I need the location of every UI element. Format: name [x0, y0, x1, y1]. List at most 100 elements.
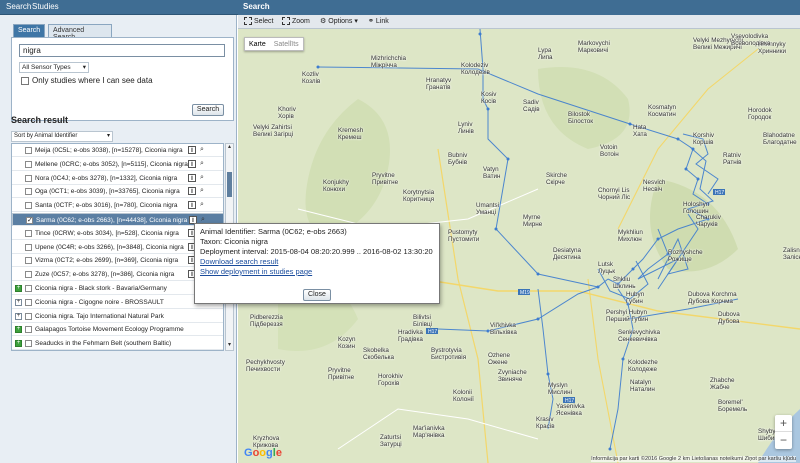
study-row[interactable]: + Ciconia nigra - Black stork - Bavaria/G… [12, 282, 223, 295]
scroll-thumb[interactable] [227, 172, 232, 197]
only-studies-row[interactable]: Only studies where I can see data [21, 76, 153, 85]
expand-icon[interactable]: + [15, 298, 22, 306]
tab-search[interactable]: Search [13, 24, 45, 37]
row-checkbox[interactable] [25, 285, 32, 292]
map-attribution[interactable]: Informācija par karti ©2016 Google 2 km … [591, 456, 796, 462]
animal-row[interactable]: Santa (0CTF; e-obs 3016), [n=780], Cicon… [12, 199, 223, 213]
animal-row[interactable]: Mellene (0CRC; e-obs 3052), [n=5115], Ci… [12, 158, 223, 171]
info-icon[interactable]: i [188, 173, 196, 182]
row-label: Nora (0C4J; e-obs 3278), [n=1332], Cicon… [35, 174, 178, 182]
only-studies-checkbox[interactable] [21, 76, 29, 85]
zoom-control: + − [775, 415, 792, 449]
map-type-map[interactable]: Karte [245, 38, 270, 50]
download-search-result-link[interactable]: Download search result [200, 257, 434, 267]
close-button[interactable]: Close [303, 289, 331, 301]
magnifier-icon[interactable]: ⌕ [198, 146, 206, 154]
place-label: Zvyniache Звиняче [498, 369, 527, 383]
info-icon[interactable]: i [188, 159, 196, 168]
expand-icon[interactable]: + [15, 340, 22, 348]
row-checkbox[interactable] [25, 298, 32, 306]
options-tool[interactable]: ⚙ Options ▾ [320, 17, 358, 26]
popup-animal-id: Animal Identifier: Sarma (0C62; e-obs 26… [200, 227, 347, 236]
row-checkbox[interactable] [25, 243, 32, 251]
animal-row[interactable]: Vizma (0CT2; e-obs 2699), [n=369], Cicon… [12, 254, 223, 268]
scroll-down-icon[interactable]: ▾ [226, 342, 233, 350]
place-label: Charukiv Чаруків [696, 214, 721, 228]
place-label: Pustomyty Пустомити [448, 229, 480, 243]
search-result-heading: Search result [11, 115, 69, 125]
sort-select[interactable]: Sort by Animal Identifier ▾ [11, 131, 113, 142]
search-menu[interactable]: Search [6, 2, 31, 11]
zoom-tool[interactable]: Zoom [282, 17, 310, 25]
study-row[interactable]: + Ciconia nigra. Tajo International Natur… [12, 310, 223, 323]
place-label: Vil'khivka Вільхівка [490, 322, 517, 336]
place-label: Kolodezhe Колодеже [628, 359, 658, 373]
place-label: Ratniv Ратнів [723, 152, 742, 166]
options-label: Options [328, 17, 353, 25]
place-label: Vatyn Ватин [483, 166, 501, 180]
row-checkbox[interactable] [25, 188, 32, 196]
row-checkbox[interactable] [25, 257, 32, 265]
study-row[interactable]: + Ciconia nigra - Cigogne noire - BROSSAU… [12, 296, 223, 309]
magnifier-icon[interactable]: ⌕ [198, 187, 206, 195]
place-label: Horokhiv Горохів [378, 373, 403, 387]
search-button[interactable]: Search [192, 104, 224, 116]
place-label: Pryvitne Привітне [372, 172, 399, 186]
place-label: Bilivtsi Білівці [413, 314, 432, 328]
tab-advanced-search[interactable]: Advanced Search [48, 24, 112, 41]
zoom-out-button[interactable]: − [775, 432, 792, 449]
row-checkbox[interactable] [25, 271, 32, 279]
magnifier-icon[interactable]: ⌕ [198, 201, 206, 209]
place-label: Hata Хата [633, 124, 647, 138]
row-label: Sarma (0C62; e-obs 2663), [n=44438], Cic… [36, 217, 188, 224]
zoom-label: Zoom [292, 17, 310, 25]
info-icon[interactable]: i [188, 201, 196, 210]
row-label: Tince (0CRW; e-obs 3034), [n=528], Cicon… [35, 229, 179, 237]
animal-row[interactable]: Meija (0C5L; e-obs 3038), [n=15278], Cic… [12, 144, 223, 157]
link-tool[interactable]: ⚭ Link [368, 17, 389, 26]
select-tool[interactable]: Select [244, 17, 273, 25]
row-checkbox[interactable]: ✓ [26, 217, 33, 224]
place-label: Pidberezzia Підбереззя [250, 314, 283, 328]
expand-icon[interactable]: + [15, 326, 22, 334]
info-icon[interactable]: i [188, 187, 196, 196]
row-checkbox[interactable] [25, 340, 32, 348]
zoom-in-button[interactable]: + [775, 415, 792, 432]
only-studies-label: Only studies where I can see data [32, 76, 153, 85]
row-checkbox[interactable] [25, 202, 32, 210]
magnifier-icon[interactable]: ⌕ [198, 160, 206, 168]
search-input[interactable]: nigra [19, 44, 225, 57]
row-checkbox[interactable] [25, 229, 32, 237]
animal-row[interactable]: Tince (0CRW; e-obs 3034), [n=528], Cicon… [12, 227, 223, 240]
place-label: Yasenivka Ясенівка [556, 403, 585, 417]
expand-icon[interactable]: + [15, 285, 22, 292]
row-label: Upene (0C4R; e-obs 3266), [n=3848], Cico… [35, 243, 184, 251]
study-row[interactable]: + Seaducks in the Fehmarn Belt (southern … [12, 337, 223, 350]
animal-row[interactable]: ✓ Sarma (0C62; e-obs 2663), [n=44438], Ci… [12, 213, 223, 226]
place-label: Hradivka Градівка [398, 329, 423, 343]
study-row[interactable]: + Galapagos Tortoise Movement Ecology Pro… [12, 323, 223, 337]
popup-deployment-interval: Deployment interval: 2015-08-04 08:20:20… [200, 247, 433, 256]
row-checkbox[interactable] [25, 174, 32, 182]
map-type-satellite[interactable]: Satellīts [270, 38, 303, 50]
expand-icon[interactable]: + [15, 312, 22, 320]
row-checkbox[interactable] [25, 326, 32, 334]
row-checkbox[interactable] [25, 312, 32, 320]
animal-row[interactable]: Oga (0CT1; e-obs 3039), [n=33765], Cicon… [12, 185, 223, 199]
place-label: Krasiv Красів [536, 416, 555, 430]
show-deployment-link[interactable]: Show deployment in studies page [200, 267, 434, 277]
row-checkbox[interactable] [25, 147, 32, 154]
info-icon[interactable]: i [188, 146, 196, 154]
map-type-control[interactable]: Karte Satellīts [244, 37, 304, 51]
row-checkbox[interactable] [25, 160, 32, 168]
place-label: Hubyn Губин [626, 291, 645, 305]
zoom-icon [282, 17, 290, 25]
animal-row[interactable]: Upene (0C4R; e-obs 3266), [n=3848], Cico… [12, 241, 223, 254]
animal-row[interactable]: Nora (0C4J; e-obs 3278), [n=1332], Cicon… [12, 172, 223, 185]
place-label: Desiatyna Десятина [553, 247, 582, 261]
sensor-type-select[interactable]: All Sensor Types ▾ [19, 62, 89, 73]
studies-menu[interactable]: Studies [32, 2, 59, 11]
animal-row[interactable]: Zuze (0C57; e-obs 3278), [n=386], Ciconi… [12, 268, 223, 282]
magnifier-icon[interactable]: ⌕ [198, 174, 206, 182]
scroll-up-icon[interactable]: ▴ [226, 144, 233, 152]
